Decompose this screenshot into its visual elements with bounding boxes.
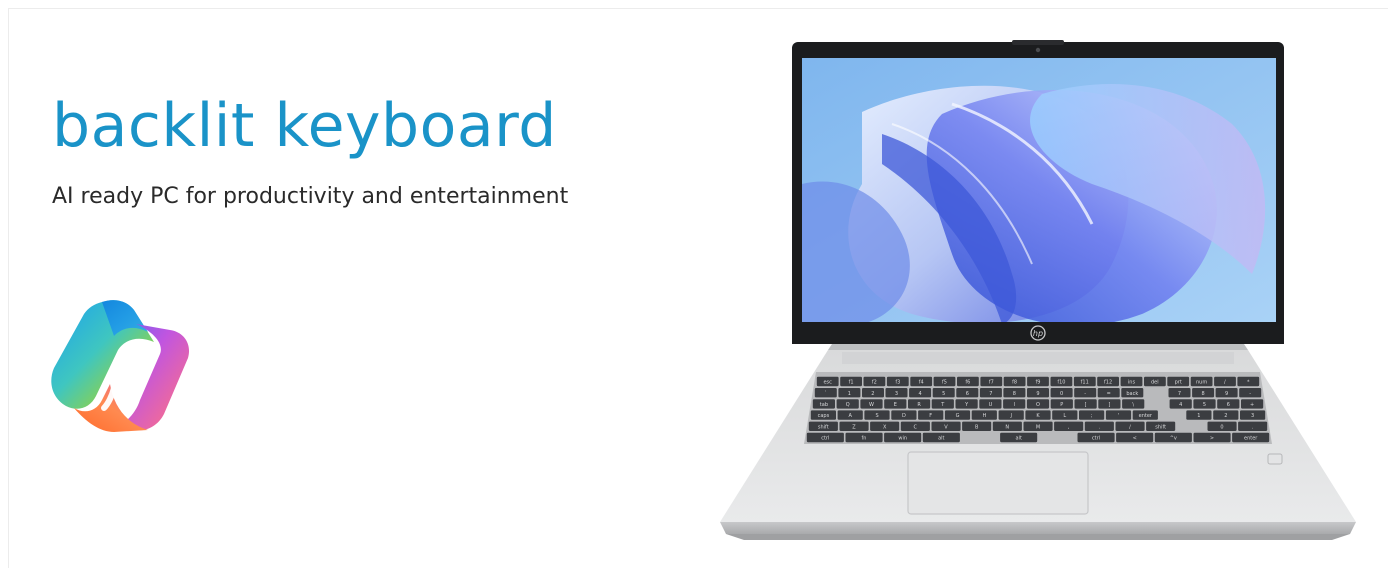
keyboard-key-label: F <box>929 413 932 419</box>
keyboard-key-label: 1 <box>1197 413 1200 419</box>
keyboard-key-label: ] <box>1108 402 1110 408</box>
keyboard-key-label: W <box>869 402 874 408</box>
keyboard-key-label: - <box>1084 391 1086 397</box>
keyboard-key-label: 7 <box>1178 391 1181 397</box>
keyboard-key-label: 3 <box>895 391 898 397</box>
keyboard-key-label: B <box>975 424 979 430</box>
keyboard-key-label: 0 <box>1220 424 1223 430</box>
keyboard-key-label: enter <box>1244 436 1258 442</box>
keyboard-key-label: prt <box>1175 380 1182 386</box>
keyboard-key-label: f7 <box>989 380 994 386</box>
keyboard-key-label: 1 <box>848 391 851 397</box>
keyboard-key-label: X <box>883 424 887 430</box>
keyboard-key-label: f8 <box>1012 380 1017 386</box>
keyboard-key-label: del <box>1151 380 1159 386</box>
keyboard-key-label: f11 <box>1081 380 1089 386</box>
keyboard-key-label: G <box>956 413 960 419</box>
keyboard-key-label: esc <box>823 380 832 386</box>
keyboard-key-label: 9 <box>1225 391 1228 397</box>
keyboard-key-label: E <box>894 402 897 408</box>
keyboard-key-label: enter <box>1139 413 1153 419</box>
keyboard-key-label: S <box>876 413 879 419</box>
keyboard-key-label: U <box>989 402 993 408</box>
subheadline: AI ready PC for productivity and enterta… <box>52 184 569 209</box>
keyboard-key-label: 2 <box>871 391 874 397</box>
keyboard-key-label: alt <box>1015 436 1021 442</box>
keyboard-key-label: f2 <box>872 380 877 386</box>
keyboard-key-label: num <box>1196 380 1207 386</box>
copilot-logo-icon <box>51 300 190 432</box>
keyboard-key-label: tab <box>820 402 828 408</box>
keyboard-key-label: A <box>848 413 852 419</box>
keyboard-key-label: ins <box>1128 380 1136 386</box>
keyboard-key-label: shift <box>818 424 829 430</box>
keyboard-key-label: 8 <box>1202 391 1205 397</box>
keyboard-key-label: I <box>1013 402 1014 408</box>
keyboard-key-label: Z <box>852 424 856 430</box>
keyboard-key-label: ctrl <box>1092 436 1100 442</box>
keyboard-key-label: fn <box>862 436 867 442</box>
keyboard-key-label: ^v <box>1170 436 1177 442</box>
keyboard-key-label: C <box>914 424 918 430</box>
keyboard-key-label: - <box>1249 391 1251 397</box>
keyboard-key-label: 3 <box>1251 413 1254 419</box>
keyboard-key-label: H <box>983 413 987 419</box>
keyboard-key-label: ctrl <box>821 436 829 442</box>
keyboard-key-label: Q <box>846 402 850 408</box>
keyboard-key-label: caps <box>818 413 830 419</box>
keyboard-key-label: > <box>1210 436 1214 442</box>
keyboard-key-label: 7 <box>989 391 992 397</box>
keyboard-key-label: = <box>1107 391 1111 397</box>
keyboard-key-label: L <box>1063 413 1066 419</box>
keyboard-key-label: V <box>944 424 948 430</box>
keyboard-key-label: f6 <box>965 380 970 386</box>
keyboard-key-label: shift <box>1155 424 1166 430</box>
keyboard-key-label: ` <box>825 391 828 397</box>
keyboard-key-label: 4 <box>1179 402 1182 408</box>
keyboard-key-label: 5 <box>942 391 945 397</box>
keyboard-key-label: 9 <box>1036 391 1039 397</box>
keyboard-key-label: M <box>1036 424 1040 430</box>
keyboard-key-label: f1 <box>849 380 854 386</box>
keyboard-key-label: J <box>1009 413 1011 419</box>
keyboard-key-label: ' <box>1118 413 1119 419</box>
keyboard-key-label: 6 <box>966 391 969 397</box>
keyboard-key-label: 0 <box>1060 391 1063 397</box>
keyboard-key-label: + <box>1250 402 1254 408</box>
hp-logo-text: hp <box>1033 329 1043 338</box>
keyboard-key-label: f12 <box>1104 380 1112 386</box>
keyboard-key-label: f9 <box>1036 380 1041 386</box>
keyboard-key-label: 6 <box>1227 402 1230 408</box>
keyboard-key-label: 8 <box>1013 391 1016 397</box>
hp-laptop-image: hp esc f1 f2 f3 f4 f5 f6 f7 f8 f9 f10 f11 f12 ins del p… <box>720 40 1356 540</box>
keyboard-key-label: f5 <box>942 380 947 386</box>
keyboard-key-label: R <box>917 402 921 408</box>
keyboard-key-label: f3 <box>895 380 900 386</box>
keyboard-key-label: N <box>1005 424 1009 430</box>
keyboard-key-label: < <box>1133 436 1137 442</box>
keyboard-key-label: alt <box>938 436 944 442</box>
keyboard-key-label: 4 <box>919 391 922 397</box>
keyboard-key-label: O <box>1036 402 1040 408</box>
keyboard-key-label: f4 <box>919 380 924 386</box>
keyboard-key-label: [ <box>1085 402 1087 408</box>
keyboard-key-label: D <box>902 413 906 419</box>
keyboard-key-label: 5 <box>1203 402 1206 408</box>
keyboard-key-label: 2 <box>1224 413 1227 419</box>
keyboard-key-label: back <box>1126 391 1138 397</box>
headline: backlit keyboard <box>52 91 557 161</box>
keyboard-key-label: f10 <box>1057 380 1065 386</box>
keyboard-key-label: win <box>898 436 907 442</box>
keyboard-key-label: P <box>1060 402 1063 408</box>
